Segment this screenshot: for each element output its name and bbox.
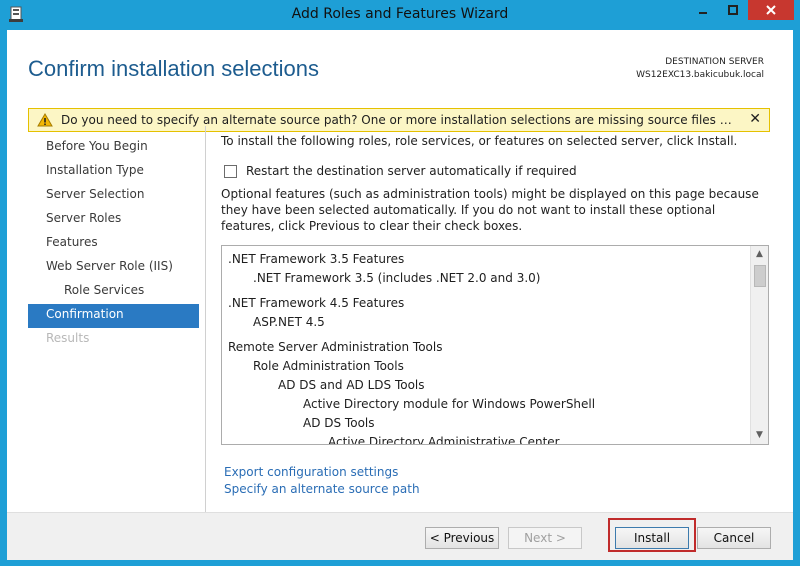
nav-item-confirmation[interactable]: Confirmation <box>28 304 199 328</box>
restart-checkbox[interactable] <box>224 164 237 178</box>
restart-option[interactable]: Restart the destination server automatic… <box>224 164 577 178</box>
window-title: Add Roles and Features Wizard <box>291 6 509 22</box>
list-item: Active Directory module for Windows Powe… <box>303 397 596 411</box>
list-item: ASP.NET 4.5 <box>253 315 325 329</box>
install-highlight-annotation <box>608 518 696 552</box>
list-item: .NET Framework 4.5 Features <box>228 296 405 310</box>
cancel-button[interactable]: Cancel <box>697 527 771 549</box>
selections-list[interactable]: .NET Framework 3.5 Features .NET Framewo… <box>221 245 769 445</box>
page-title: Confirm installation selections <box>28 56 320 81</box>
close-button[interactable] <box>748 0 794 20</box>
nav-item-server-roles[interactable]: Server Roles <box>28 208 199 232</box>
intro-text: To install the following roles, role ser… <box>221 134 738 148</box>
minimize-icon <box>699 12 707 14</box>
scroll-up-icon[interactable]: ▲ <box>751 246 768 263</box>
wizard-nav: Before You Begin Installation Type Serve… <box>28 136 199 352</box>
scroll-thumb[interactable] <box>754 265 766 287</box>
list-item: AD DS and AD LDS Tools <box>278 378 425 392</box>
next-button: Next > <box>508 527 582 549</box>
alternate-source-link[interactable]: Specify an alternate source path <box>224 481 420 498</box>
close-icon <box>766 5 776 15</box>
nav-divider <box>205 126 206 514</box>
destination-server-name: WS12EXC13.bakicubuk.local <box>636 70 764 80</box>
nav-item-before-you-begin[interactable]: Before You Begin <box>28 136 199 160</box>
list-item: .NET Framework 3.5 Features <box>228 252 405 266</box>
maximize-icon <box>728 5 738 15</box>
main-content: To install the following roles, role ser… <box>221 134 777 496</box>
restart-label[interactable]: Restart the destination server automatic… <box>246 164 577 178</box>
wizard-window: Add Roles and Features Wizard Confirm in… <box>0 0 800 566</box>
list-item: Remote Server Administration Tools <box>228 340 443 354</box>
nav-item-server-selection[interactable]: Server Selection <box>28 184 199 208</box>
action-links: Export configuration settings Specify an… <box>224 464 420 498</box>
warning-triangle-icon <box>37 113 53 130</box>
minimize-button[interactable] <box>690 0 716 20</box>
nav-item-features[interactable]: Features <box>28 232 199 256</box>
destination-server-info: DESTINATION SERVER WS12EXC13.bakicubuk.l… <box>636 56 764 82</box>
nav-item-installation-type[interactable]: Installation Type <box>28 160 199 184</box>
list-item: AD DS Tools <box>303 416 375 430</box>
scroll-down-icon[interactable]: ▼ <box>751 427 768 444</box>
warning-close-icon[interactable]: ✕ <box>749 111 761 127</box>
list-item: Active Directory Administrative Center <box>328 435 560 445</box>
nav-item-results: Results <box>46 331 90 345</box>
previous-button[interactable]: < Previous <box>425 527 499 549</box>
selections-list-inner: .NET Framework 3.5 Features .NET Framewo… <box>228 250 748 445</box>
list-item: Role Administration Tools <box>253 359 404 373</box>
optional-features-text: Optional features (such as administratio… <box>221 187 759 233</box>
destination-label: DESTINATION SERVER <box>665 57 764 67</box>
warning-banner: Do you need to specify an alternate sour… <box>28 108 770 132</box>
nav-item-role-services[interactable]: Role Services <box>28 280 199 304</box>
list-scrollbar[interactable]: ▲ ▼ <box>750 246 768 444</box>
warning-text[interactable]: Do you need to specify an alternate sour… <box>61 113 736 127</box>
title-bar[interactable]: Add Roles and Features Wizard <box>0 0 800 30</box>
list-item: .NET Framework 3.5 (includes .NET 2.0 an… <box>253 271 541 285</box>
wizard-client-area: Confirm installation selections DESTINAT… <box>7 30 793 560</box>
export-config-link[interactable]: Export configuration settings <box>224 464 420 481</box>
maximize-button[interactable] <box>720 0 746 20</box>
nav-item-web-server-role[interactable]: Web Server Role (IIS) <box>28 256 199 280</box>
